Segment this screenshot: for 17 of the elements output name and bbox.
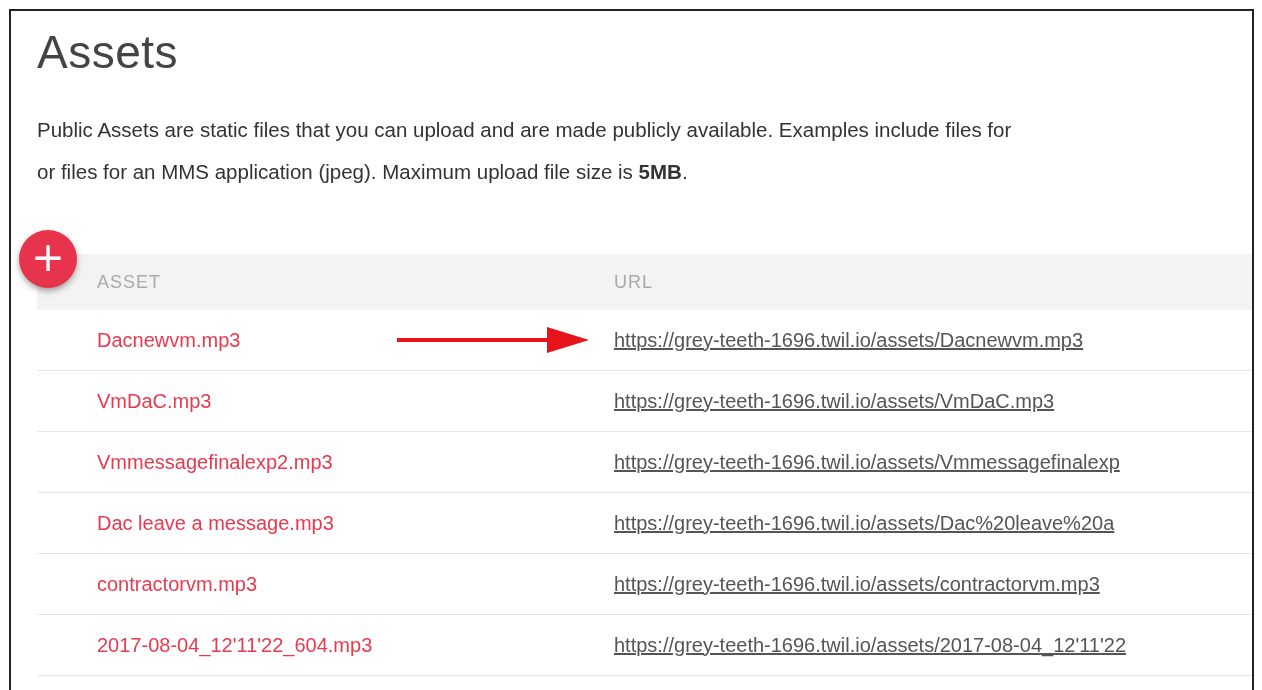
url-link[interactable]: https://grey-teeth-1696.twil.io/assets/2017-08-04_12'11'22: [614, 633, 1127, 657]
asset-link[interactable]: Dacnewvm.mp3: [97, 328, 241, 352]
column-header: URL: [614, 271, 653, 293]
url-link[interactable]: https://grey-teeth-1696.twil.io/assets/contractorvm.mp3: [614, 572, 1100, 596]
asset-link[interactable]: contractorvm.mp3: [97, 572, 258, 596]
page-title: Assets: [37, 25, 179, 79]
url-link[interactable]: https://grey-teeth-1696.twil.io/assets/Dac%20leave%20a: [614, 511, 1115, 535]
description-text: Public Assets are static files that you can upload and are made publicly available. Examples include files for or files for an MMS application (jpeg). Maximum upload file size is 5MB.: [37, 117, 1012, 185]
url-link[interactable]: https://grey-teeth-1696.twil.io/assets/Dacnewvm.mp3: [614, 328, 1084, 352]
url-link[interactable]: https://grey-teeth-1696.twil.io/assets/VmDaC.mp3: [614, 389, 1055, 413]
add-button[interactable]: +: [19, 230, 77, 288]
asset-link[interactable]: Vmmessagefinalexp2.mp3: [97, 450, 333, 474]
asset-link[interactable]: Dac leave a message.mp3: [97, 511, 334, 535]
asset-link[interactable]: VmDaC.mp3: [97, 389, 212, 413]
asset-link[interactable]: 2017-08-04_12'11'22_604.mp3: [97, 633, 373, 657]
column-header: ASSET: [97, 271, 162, 293]
url-link[interactable]: https://grey-teeth-1696.twil.io/assets/Vmmessagefinalexp: [614, 450, 1120, 474]
